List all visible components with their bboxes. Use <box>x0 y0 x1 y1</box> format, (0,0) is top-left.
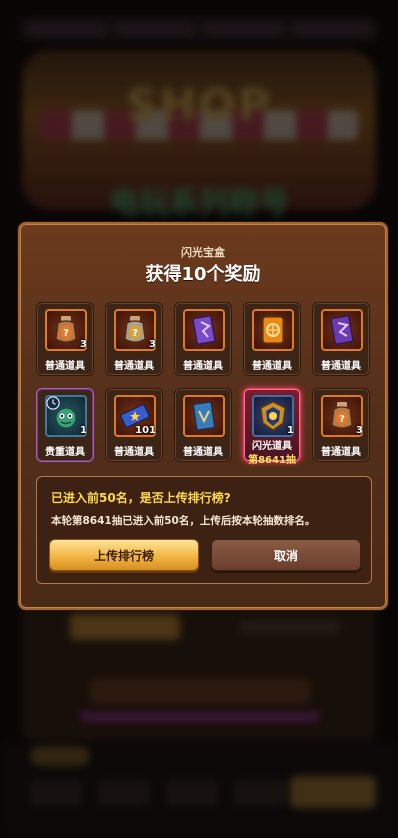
reward-count: 1 <box>287 425 294 436</box>
reward-item[interactable]: 普通道具 <box>243 302 301 376</box>
reward-item[interactable]: ? 3 普通道具 <box>312 388 370 462</box>
reward-label: 普通道具 <box>183 361 223 372</box>
upload-leaderboard-button[interactable]: 上传排行榜 <box>49 539 199 571</box>
reward-label: 普通道具 <box>45 361 85 372</box>
clock-icon <box>46 396 60 410</box>
reward-item[interactable]: 普通道具 <box>174 302 232 376</box>
reward-item[interactable]: 普通道具 <box>312 302 370 376</box>
reward-grid: ? 3 普通道具 ? 3 普通道具 普通道具 普通道具 普通道具 1 贵重道具 … <box>36 302 374 466</box>
reward-count: 1 <box>80 425 87 436</box>
orange-card-icon <box>262 316 284 344</box>
reward-count: 3 <box>149 339 156 350</box>
reward-count: 3 <box>80 339 87 350</box>
reward-label: 闪光道具 <box>252 441 292 452</box>
reward-modal: 闪光宝盒 获得10个奖励 ? 3 普通道具 ? 3 普通道具 普通道具 普通道具… <box>18 222 388 610</box>
reward-item-flash[interactable]: 1 闪光道具 第8641抽 <box>243 388 301 466</box>
blue-card-icon <box>192 401 216 431</box>
leaderboard-confirm-panel: 已进入前50名，是否上传排行榜? 本轮第8641抽已进入前50名，上传后按本轮抽… <box>36 476 372 584</box>
potion-jar-icon: ? <box>331 402 353 429</box>
confirm-question: 已进入前50名，是否上传排行榜? <box>51 491 231 505</box>
golden-crest-icon <box>260 401 286 431</box>
reward-item[interactable]: ? 3 普通道具 <box>105 302 163 376</box>
reward-label: 普通道具 <box>321 361 361 372</box>
svg-text:?: ? <box>132 328 138 339</box>
reward-item[interactable]: 1 贵重道具 <box>36 388 94 462</box>
reward-label: 普通道具 <box>252 361 292 372</box>
reward-label: 普通道具 <box>321 447 361 458</box>
reward-label: 贵重道具 <box>45 447 85 458</box>
shop-screen: SHOP 电玩系列称号 闪光宝盒 获得10个奖励 ? 3 普通道具 ? 3 普通… <box>0 0 398 838</box>
modal-title: 获得10个奖励 <box>145 264 261 285</box>
reward-label: 普通道具 <box>183 447 223 458</box>
purple-card-icon <box>330 315 354 345</box>
reward-label: 普通道具 <box>114 447 154 458</box>
potion-jar-icon: ? <box>55 316 77 343</box>
confirm-detail: 本轮第8641抽已进入前50名，上传后按本轮抽数排名。 <box>51 515 316 527</box>
reward-count: 101 <box>135 425 156 436</box>
purple-card-icon <box>192 315 216 345</box>
modal-subtitle: 闪光宝盒 <box>181 246 225 259</box>
reward-count: 3 <box>356 425 363 436</box>
reward-item[interactable]: 101 普通道具 <box>105 388 163 462</box>
svg-text:?: ? <box>339 414 345 425</box>
reward-label: 普通道具 <box>114 361 154 372</box>
reward-item[interactable]: ? 3 普通道具 <box>36 302 94 376</box>
cancel-button[interactable]: 取消 <box>211 539 361 571</box>
potion-jar-icon: ? <box>124 316 146 343</box>
reward-item[interactable]: 普通道具 <box>174 388 232 462</box>
svg-text:?: ? <box>63 328 69 339</box>
reward-draw-number: 第8641抽 <box>248 455 296 466</box>
